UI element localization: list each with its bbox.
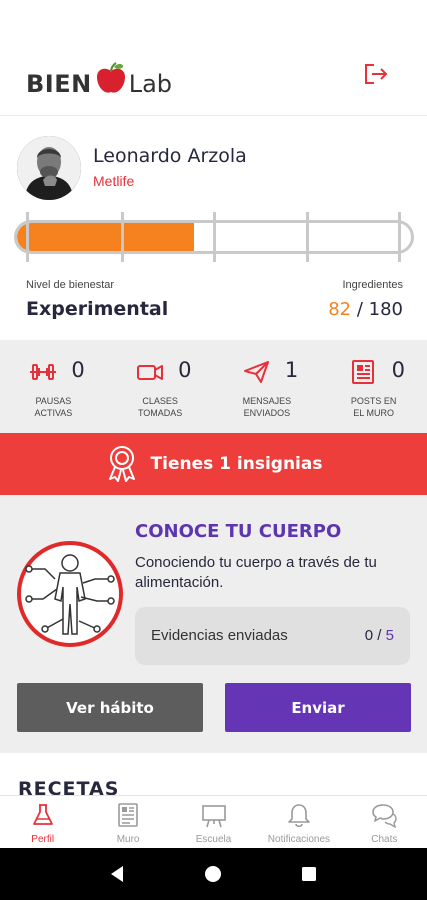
bottom-navigation: Perfil Muro Escuela Notificaciones Chats (0, 795, 427, 848)
video-camera-icon (136, 365, 163, 380)
nav-item-muro[interactable]: Muro (85, 796, 170, 848)
profile-section: Leonardo Arzola Metlife Nivel de bienest… (0, 117, 427, 339)
habit-description: Conociendo tu cuerpo a través de tu alim… (135, 554, 377, 591)
logout-icon[interactable] (363, 62, 389, 86)
stat-count: 0 (71, 358, 85, 382)
ingredients-current: 82 (328, 299, 352, 320)
evidence-separator: / (373, 627, 386, 644)
home-circle-icon[interactable] (203, 864, 223, 884)
badges-text: Tienes 1 insignias (150, 454, 323, 474)
progress-tick (26, 212, 29, 262)
ingredients-separator: / (351, 299, 369, 320)
bienlab-logo: BIEN Lab (26, 46, 172, 96)
habit-title: CONOCE TU CUERPO (135, 521, 342, 542)
newspaper-icon (352, 360, 375, 384)
send-button[interactable]: Enviar (225, 683, 411, 732)
body-scan-illustration-icon (17, 541, 123, 647)
nav-item-escuela[interactable]: Escuela (171, 796, 256, 848)
stat-count: 0 (391, 358, 405, 382)
stat-label: CLASES TOMADAS (137, 396, 183, 418)
stat-label: POSTS EN EL MURO (350, 396, 397, 418)
nav-label: Escuela (195, 834, 232, 845)
evidence-total: 5 (385, 627, 394, 644)
evidence-sent: 0 (364, 627, 374, 644)
back-triangle-icon[interactable] (108, 864, 128, 884)
evidence-value: 0 / 5 (365, 627, 394, 644)
ingredients-value: 82 / 180 (328, 299, 403, 320)
badges-banner[interactable]: Tienes 1 insignias (0, 433, 427, 495)
chat-bubbles-icon (372, 804, 398, 828)
progress-tick (306, 212, 309, 262)
nav-item-notificaciones[interactable]: Notificaciones (256, 796, 341, 848)
nav-label: Muro (116, 834, 140, 845)
evidence-counter: Evidencias enviadas 0 / 5 (135, 607, 410, 665)
progress-tick (213, 212, 216, 262)
avatar-photo (17, 136, 81, 200)
stat-count: 0 (178, 358, 192, 382)
nav-item-perfil[interactable]: Perfil (0, 796, 85, 848)
paper-plane-icon (243, 361, 269, 383)
logo-lab-text: Lab (128, 70, 173, 98)
stat-active-breaks[interactable]: 0 PAUSAS ACTIVAS (0, 340, 107, 433)
stat-label: MENSAJES ENVIADOS (242, 396, 292, 418)
bell-icon (288, 804, 310, 828)
level-value: Experimental (26, 298, 169, 320)
level-label: Nivel de bienestar (26, 279, 115, 291)
apple-icon (96, 62, 125, 93)
avatar[interactable] (17, 136, 81, 200)
wellbeing-progress-bar (14, 212, 416, 262)
stat-posts[interactable]: 0 POSTS EN EL MURO (320, 340, 427, 433)
habit-card: CONOCE TU CUERPO Conociendo tu cuerpo a … (0, 495, 427, 753)
progress-fill (17, 223, 195, 251)
nav-item-chats[interactable]: Chats (342, 796, 427, 848)
nav-label: Notificaciones (267, 834, 331, 845)
flask-icon (32, 804, 53, 825)
newspaper-icon (118, 803, 138, 827)
ingredients-label: Ingredientes (342, 279, 403, 291)
evidence-label: Evidencias enviadas (151, 627, 288, 644)
view-habit-button[interactable]: Ver hábito (17, 683, 203, 732)
progress-tick (121, 212, 124, 262)
stat-count: 1 (284, 358, 299, 382)
dumbbell-icon (30, 364, 56, 380)
easel-icon (201, 805, 226, 828)
stat-label: PAUSAS ACTIVAS (34, 396, 73, 418)
system-navigation-bar (0, 848, 427, 900)
user-name: Leonardo Arzola (93, 145, 247, 167)
stat-messages[interactable]: 1 MENSAJES ENVIADOS (214, 340, 321, 433)
award-ribbon-icon (108, 446, 135, 482)
stat-classes[interactable]: 0 CLASES TOMADAS (107, 340, 214, 433)
user-company: Metlife (93, 173, 135, 189)
logo-bien-text: BIEN (26, 70, 92, 98)
ingredients-total: 180 (368, 299, 403, 320)
nav-label: Perfil (31, 834, 55, 845)
activity-stats: 0 PAUSAS ACTIVAS 0 CLASES TOMADAS 1 MENS… (0, 340, 427, 433)
progress-tick (398, 212, 401, 262)
nav-label: Chats (371, 834, 398, 845)
app-header: BIEN Lab (0, 0, 427, 116)
recents-square-icon[interactable] (299, 864, 319, 884)
